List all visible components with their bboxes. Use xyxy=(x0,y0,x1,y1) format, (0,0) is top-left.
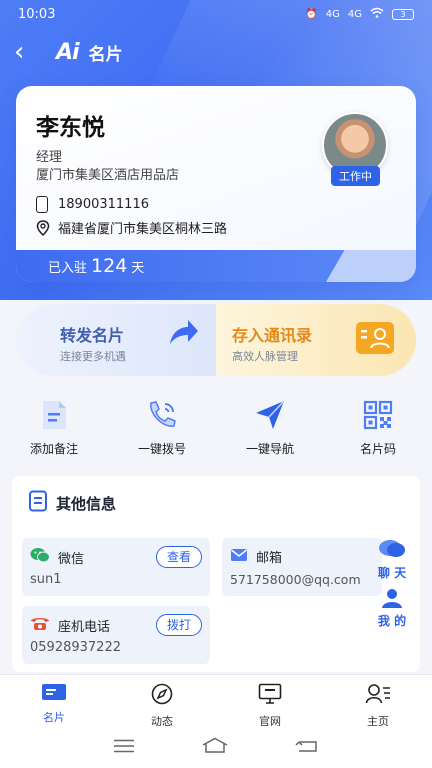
ai-logo: Ai xyxy=(56,39,80,65)
phone-call-icon xyxy=(145,398,179,432)
landline-call-button[interactable]: 拨打 xyxy=(155,614,202,636)
card-company: 厦门市集美区酒店用品店 xyxy=(36,168,180,183)
wifi-icon xyxy=(370,7,384,21)
user-icon xyxy=(380,588,404,612)
home-icon[interactable] xyxy=(201,737,229,757)
note-icon xyxy=(40,398,68,432)
landline-value: 05928937222 xyxy=(30,640,121,655)
card-qr-button[interactable]: 名片码 xyxy=(324,398,432,462)
landline-label: 座机电话 xyxy=(58,619,111,635)
floating-me-button[interactable]: 我 的 xyxy=(368,588,416,628)
card-phone-row[interactable]: 18900311116 xyxy=(36,196,149,213)
save-contact-button[interactable]: 存入通讯录 高效人脉管理 xyxy=(216,304,416,376)
telephone-icon xyxy=(30,615,50,635)
joined-prefix: 已入驻 xyxy=(48,260,88,276)
call-button[interactable]: 一键拨号 xyxy=(108,398,216,462)
email-value: 571758000@qq.com xyxy=(230,572,361,587)
mobile-phone-icon xyxy=(36,196,48,213)
card-footer-decoration xyxy=(326,250,416,282)
quick-label-navigate: 一键导航 xyxy=(245,442,294,456)
battery-icon: 3 xyxy=(392,8,414,20)
wechat-icon xyxy=(30,547,50,567)
status-badge: 工作中 xyxy=(331,166,380,186)
compass-icon xyxy=(151,683,173,709)
action-row: 转发名片 连接更多机遇 存入通讯录 高效人脉管理 xyxy=(16,304,416,376)
share-arrow-icon xyxy=(166,316,200,354)
quick-label-qr: 名片码 xyxy=(359,442,396,456)
document-icon xyxy=(28,490,48,516)
business-card: 李东悦 经理 厦门市集美区酒店用品店 18900311116 福建省厦门市集美区… xyxy=(16,86,416,282)
qr-code-icon xyxy=(363,398,393,432)
bottom-tab-bar: 名片 动态 官网 主页 xyxy=(0,674,432,728)
email-box: 邮箱 571758000@qq.com xyxy=(222,538,382,596)
page-title: 名片 xyxy=(88,44,123,65)
navigation-icon xyxy=(253,398,287,432)
other-info-title: 其他信息 xyxy=(56,494,117,513)
system-nav-bar xyxy=(0,726,432,768)
location-pin-icon xyxy=(36,219,50,236)
mail-icon xyxy=(230,548,248,566)
card-icon xyxy=(41,683,67,705)
alarm-icon: ⏰ xyxy=(305,8,318,20)
chat-bubble-icon xyxy=(377,538,407,564)
floating-chat-label: 聊 天 xyxy=(377,566,407,580)
forward-card-button[interactable]: 转发名片 连接更多机遇 xyxy=(16,304,216,376)
monitor-icon xyxy=(258,683,282,709)
menu-icon[interactable] xyxy=(113,738,135,757)
quick-actions: 添加备注 一键拨号 一键导航 名片码 xyxy=(0,398,432,462)
quick-label-note: 添加备注 xyxy=(29,442,78,456)
other-info-panel: 其他信息 微信 sun1 查看 邮箱 571758000@qq.com 座机电话… xyxy=(12,476,420,672)
wechat-value: sun1 xyxy=(30,572,62,587)
card-address: 福建省厦门市集美区桐林三路 xyxy=(58,222,228,237)
email-label: 邮箱 xyxy=(256,551,283,566)
network-indicator-1: 4G xyxy=(325,8,340,20)
contact-book-icon xyxy=(356,322,394,354)
quick-label-call: 一键拨号 xyxy=(137,442,186,456)
nav-bar: ‹ Ai 名片 xyxy=(0,34,432,70)
tab-card[interactable]: 名片 xyxy=(0,675,108,726)
wechat-view-button[interactable]: 查看 xyxy=(155,546,202,568)
add-note-button[interactable]: 添加备注 xyxy=(0,398,108,462)
card-position: 经理 xyxy=(36,150,63,165)
network-indicator-2: 4G xyxy=(347,8,362,20)
card-phone: 18900311116 xyxy=(58,197,149,212)
card-address-row[interactable]: 福建省厦门市集美区桐林三路 xyxy=(36,218,227,237)
landline-box: 座机电话 05928937222 拨打 xyxy=(22,606,210,664)
other-info-header: 其他信息 xyxy=(28,490,116,516)
wechat-label: 微信 xyxy=(58,551,85,567)
card-name: 李东悦 xyxy=(36,115,105,141)
tab-website[interactable]: 官网 xyxy=(216,675,324,728)
status-time: 10:03 xyxy=(18,6,56,22)
floating-me-label: 我 的 xyxy=(377,614,407,628)
tab-card-label: 名片 xyxy=(43,711,65,724)
wechat-box: 微信 sun1 查看 xyxy=(22,538,210,596)
status-bar: 10:03 ⏰ 4G 4G 3 xyxy=(0,0,432,28)
joined-days: 124 xyxy=(91,255,128,277)
status-icons: ⏰ 4G 4G 3 xyxy=(305,7,414,21)
profile-icon xyxy=(365,683,391,709)
tab-moments[interactable]: 动态 xyxy=(108,675,216,728)
joined-suffix: 天 xyxy=(131,260,145,276)
tab-home[interactable]: 主页 xyxy=(324,675,432,728)
navigate-button[interactable]: 一键导航 xyxy=(216,398,324,462)
back-icon[interactable] xyxy=(295,738,319,757)
back-arrow-icon[interactable]: ‹ xyxy=(14,39,38,65)
joined-days-bar: 已入驻 124 天 xyxy=(16,250,416,282)
